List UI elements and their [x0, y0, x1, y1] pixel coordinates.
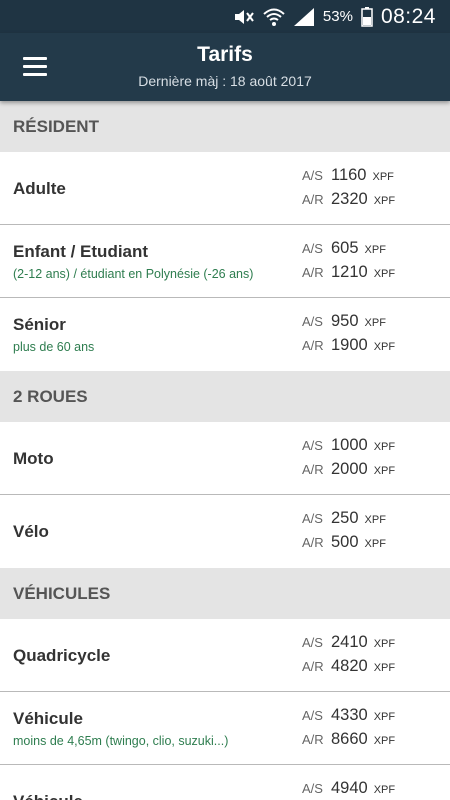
price-unit: XPF: [373, 268, 396, 280]
price-label: A/S: [302, 781, 323, 796]
price-block: A/S 950 XPF A/R 1900 XPF: [302, 312, 395, 360]
price-value: 4940: [331, 779, 368, 797]
battery-percent: 53%: [322, 8, 353, 25]
price-value: 2320: [331, 190, 368, 208]
price-value: 8660: [331, 730, 368, 748]
list-item[interactable]: Enfant / Etudiant (2-12 ans) / étudiant …: [0, 225, 450, 298]
wifi-icon: [263, 7, 285, 27]
price-label: A/R: [302, 338, 324, 353]
list-item[interactable]: Vélo A/S 250 XPF A/R 500 XPF: [0, 495, 450, 568]
price-value: 2410: [331, 633, 368, 651]
list-item[interactable]: Véhicule moins de 4,65m (twingo, clio, s…: [0, 692, 450, 765]
item-title: Sénior: [13, 315, 66, 334]
status-bar: 53% 08:24: [0, 0, 450, 33]
price-block: A/S 4940 XPF: [302, 779, 395, 800]
list-item[interactable]: Adulte A/S 1160 XPF A/R 2320 XPF: [0, 152, 450, 225]
price-unit: XPF: [373, 195, 396, 207]
item-title: Adulte: [13, 178, 66, 198]
price-block: A/S 1160 XPF A/R 2320 XPF: [302, 166, 395, 214]
price-unit: XPF: [372, 171, 394, 183]
item-title: Véhicule: [13, 709, 83, 728]
price-value: 500: [331, 533, 359, 551]
section-header-vehicules: VÉHICULES: [0, 568, 450, 619]
section-header-resident: RÉSIDENT: [0, 101, 450, 152]
price-value: 4820: [331, 657, 368, 675]
price-label: A/R: [302, 462, 324, 477]
price-label: A/R: [302, 732, 324, 747]
price-unit: XPF: [373, 638, 396, 650]
price-unit: XPF: [373, 662, 396, 674]
item-subtitle: (2-12 ans) / étudiant en Polynésie (-26 …: [13, 267, 254, 281]
price-unit: XPF: [364, 538, 386, 550]
price-value: 1900: [331, 336, 368, 354]
price-value: 1160: [331, 166, 367, 184]
mute-icon: [231, 7, 255, 27]
item-title: Moto: [13, 448, 54, 468]
item-subtitle: moins de 4,65m (twingo, clio, suzuki...): [13, 734, 229, 748]
price-label: A/S: [302, 241, 323, 256]
price-value: 2000: [331, 460, 368, 478]
price-unit: XPF: [373, 711, 396, 723]
price-label: A/R: [302, 659, 324, 674]
price-value: 4330: [331, 706, 368, 724]
price-label: A/R: [302, 265, 324, 280]
list-item[interactable]: Sénior plus de 60 ans A/S 950 XPF A/R 1900 X…: [0, 298, 450, 371]
price-unit: XPF: [373, 735, 396, 747]
list-item[interactable]: Véhicule A/S 4940 XPF: [0, 765, 450, 800]
price-label: A/S: [302, 168, 323, 183]
tariff-list[interactable]: RÉSIDENT Adulte A/S 1160 XPF A/R 2320 XPF En…: [0, 101, 450, 800]
price-block: A/S 605 XPF A/R 1210 XPF: [302, 239, 395, 287]
price-unit: XPF: [373, 341, 396, 353]
price-unit: XPF: [373, 465, 396, 477]
battery-icon: [361, 6, 373, 27]
price-label: A/R: [302, 535, 324, 550]
item-title: Vélo: [13, 521, 49, 541]
price-block: A/S 4330 XPF A/R 8660 XPF: [302, 706, 395, 754]
page-title: Tarifs: [197, 43, 253, 66]
price-block: A/S 250 XPF A/R 500 XPF: [302, 509, 386, 557]
app-bar: Tarifs Dernière màj : 18 août 2017: [0, 33, 450, 101]
price-label: A/S: [302, 635, 323, 650]
item-title: Véhicule: [13, 792, 83, 800]
price-value: 250: [331, 509, 359, 527]
price-label: A/S: [302, 708, 323, 723]
list-item[interactable]: Moto A/S 1000 XPF A/R 2000 XPF: [0, 422, 450, 495]
signal-icon: [293, 7, 315, 27]
item-subtitle: plus de 60 ans: [13, 340, 95, 354]
price-label: A/R: [302, 192, 324, 207]
price-unit: XPF: [373, 441, 396, 453]
status-time: 08:24: [380, 4, 436, 28]
list-item[interactable]: Quadricycle A/S 2410 XPF A/R 4820 XPF: [0, 619, 450, 692]
price-block: A/S 1000 XPF A/R 2000 XPF: [302, 436, 395, 484]
price-label: A/S: [302, 438, 323, 453]
price-unit: XPF: [364, 514, 386, 526]
price-value: 950: [331, 312, 359, 330]
item-title: Enfant / Etudiant: [13, 242, 149, 261]
price-unit: XPF: [364, 244, 386, 256]
price-unit: XPF: [373, 784, 396, 796]
price-label: A/S: [302, 511, 323, 526]
price-value: 1210: [331, 263, 368, 281]
price-label: A/S: [302, 314, 323, 329]
section-header-2-roues: 2 ROUES: [0, 371, 450, 422]
item-title: Quadricycle: [13, 645, 111, 665]
last-update-label: Dernière màj : 18 août 2017: [138, 73, 312, 89]
price-block: A/S 2410 XPF A/R 4820 XPF: [302, 633, 395, 681]
price-unit: XPF: [364, 317, 386, 329]
price-value: 1000: [331, 436, 368, 454]
price-value: 605: [331, 239, 359, 257]
